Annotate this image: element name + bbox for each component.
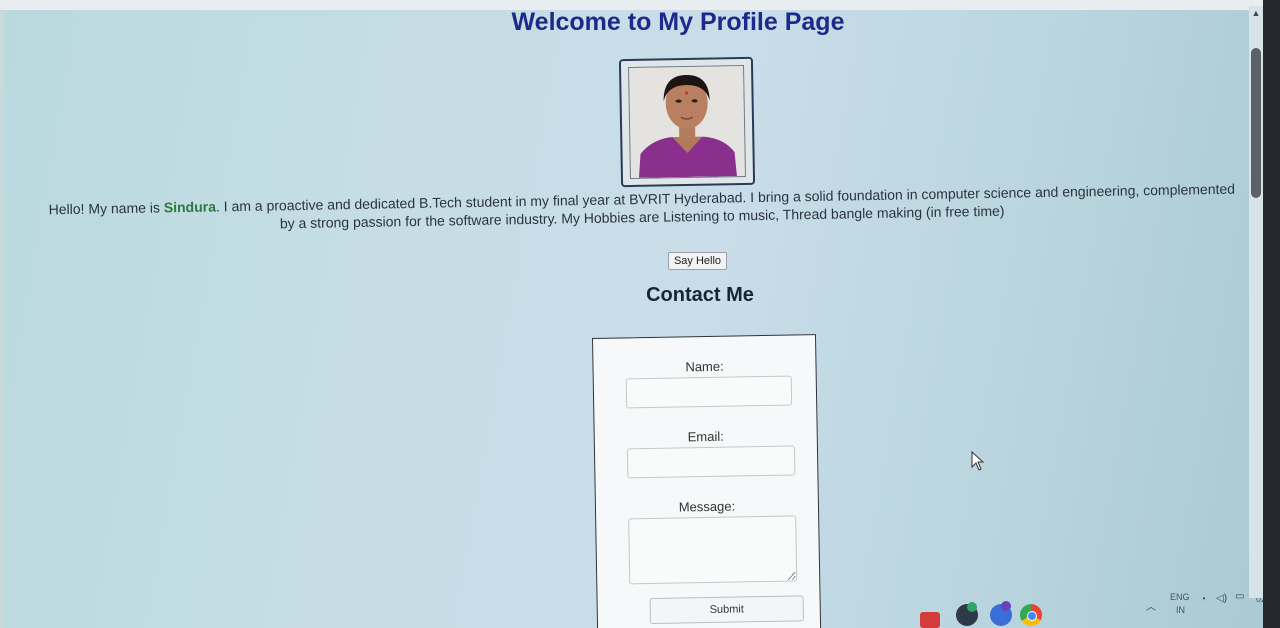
chevron-up-icon[interactable]: ︿ [1146, 598, 1156, 613]
screen-bezel [1263, 0, 1280, 628]
intro-rest: . I am a proactive and dedicated B.Tech … [215, 180, 1236, 232]
contact-heading: Contact Me [646, 284, 754, 306]
email-label: Email: [687, 428, 724, 445]
person-portrait-icon [629, 66, 745, 178]
profile-photo [628, 64, 746, 180]
screen-left-edge [0, 10, 4, 628]
intro-prefix: Hello! My name is [48, 199, 164, 218]
page-title: Welcome to My Profile Page [511, 8, 845, 36]
mouse-pointer-icon [971, 450, 985, 471]
language-indicator[interactable]: ENG [1170, 592, 1190, 602]
message-label: Message: [678, 498, 736, 515]
message-field[interactable] [628, 515, 798, 585]
contact-form: Name: Email: Message: Submit [592, 334, 822, 628]
volume-icon[interactable]: ◁) [1216, 593, 1227, 604]
browser-viewport: Welcome to My Profile Page Hello! My nam… [0, 0, 1280, 628]
intro-name: Sindura [163, 198, 217, 216]
profile-photo-frame [618, 56, 756, 188]
name-field[interactable] [625, 375, 793, 409]
intro-paragraph: Hello! My name is Sindura. I am a proact… [42, 180, 1242, 237]
email-field[interactable] [626, 445, 796, 479]
battery-icon[interactable]: ▭ [1235, 591, 1244, 602]
scroll-up-icon[interactable]: ▲ [1249, 6, 1263, 20]
submit-button[interactable]: Submit [649, 595, 804, 625]
profile-badge [1001, 601, 1011, 611]
chrome-center [1027, 611, 1037, 621]
region-indicator: IN [1176, 605, 1185, 615]
scrollbar-thumb[interactable] [1251, 48, 1261, 198]
notification-dot [967, 602, 977, 612]
chat-icon[interactable] [956, 602, 978, 626]
name-label: Name: [685, 358, 724, 375]
chrome-icon[interactable] [1020, 604, 1042, 626]
browser-icon[interactable] [990, 601, 1012, 626]
app-icon[interactable] [920, 612, 940, 628]
wifi-icon[interactable]: ◔ [1200, 594, 1206, 605]
say-hello-button[interactable]: Say Hello [668, 252, 727, 270]
